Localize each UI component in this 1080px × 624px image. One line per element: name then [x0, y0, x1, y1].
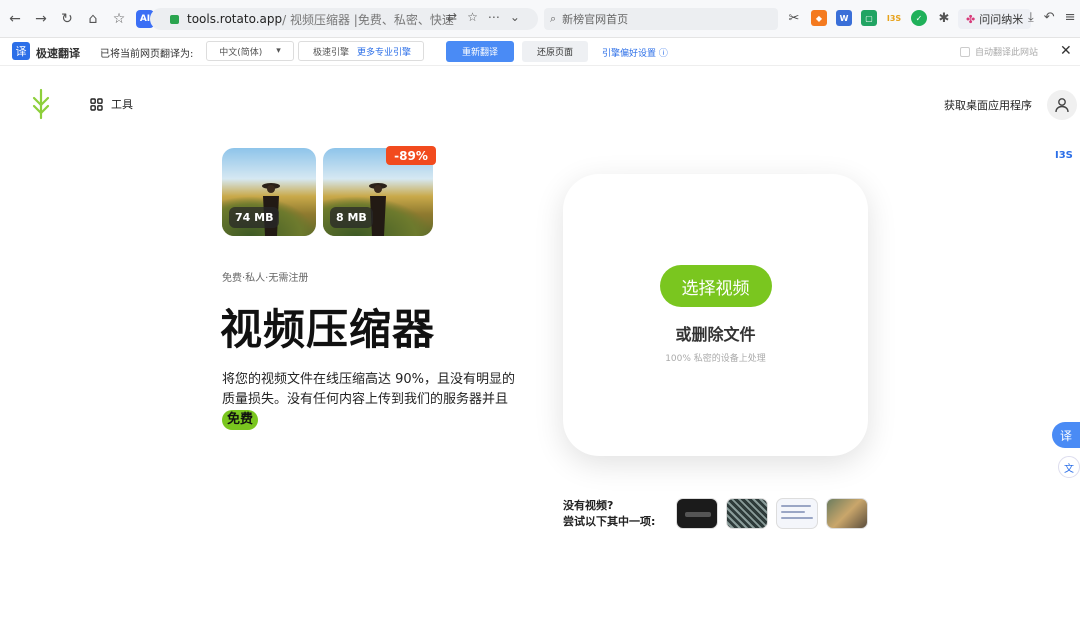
auto-translate-checkbox[interactable]: 自动翻译此网站 — [960, 45, 1038, 58]
engine-select[interactable]: 极速引擎 更多专业引擎 — [298, 41, 424, 61]
download-icon[interactable]: ⤓ — [1028, 10, 1034, 25]
home-icon[interactable]: ⌂ — [82, 8, 104, 30]
hero-description: 将您的视频文件在线压缩高达 90%，且没有明显的质量损失。没有任何内容上传到我们… — [222, 370, 518, 430]
sample-prompt-line1: 没有视频? — [563, 499, 614, 512]
translator-prompt: 已将当前网页翻译为: — [100, 49, 194, 60]
tools-label: 工具 — [111, 98, 133, 111]
fox-extension-icon[interactable]: ◆ — [811, 10, 827, 26]
scissors-icon[interactable]: ✂ — [786, 10, 802, 26]
engine-preferences-link[interactable]: 引擎偏好设置 ⓘ — [602, 46, 668, 59]
get-desktop-app-link[interactable]: 获取桌面应用程序 — [944, 97, 1032, 113]
search-text: 新榜官网首页 — [562, 13, 629, 26]
search-icon: ⌕ — [550, 12, 557, 25]
sample-thumb-line — [781, 505, 811, 507]
sample-video-document[interactable] — [776, 498, 818, 529]
hero-subtitle: 免费·私人·无需注册 — [222, 273, 309, 284]
green-extension-icon[interactable]: ▢ — [861, 10, 877, 26]
wenwen-icon: ✤ — [966, 12, 976, 26]
after-size-badge: 8 MB — [330, 207, 373, 228]
before-size-badge: 74 MB — [229, 207, 280, 228]
language-select[interactable]: 中文(简体) ▾ — [206, 41, 294, 61]
sample-thumb-line — [781, 517, 813, 519]
drop-file-text: 或删除文件 — [675, 325, 756, 344]
upload-dropzone[interactable]: 选择视频 或删除文件 100% 私密的设备上处理 — [563, 174, 868, 456]
back-icon[interactable]: ← — [4, 8, 26, 30]
favorites-icon[interactable]: ☆ — [108, 8, 130, 30]
w-extension-icon[interactable]: W — [836, 10, 852, 26]
site-logo-icon[interactable] — [32, 88, 50, 120]
browser-right-tools: ⤓ ↶ ≡ — [1028, 10, 1076, 25]
extensions-row: ✂ ◆ W ▢ I3S ✓ ✱ — [786, 10, 952, 26]
before-thumbnail: 74 MB — [222, 148, 316, 236]
discount-badge: -89% — [386, 146, 436, 165]
sample-thumb-line — [781, 511, 805, 513]
close-icon[interactable]: ✕ — [1060, 43, 1072, 59]
chevron-down-icon[interactable]: ⌄ — [510, 10, 520, 24]
more-icon[interactable]: ⋯ — [488, 10, 500, 24]
sample-video-dark[interactable] — [676, 498, 718, 529]
sample-prompt: 没有视频? 尝试以下其中一项: — [563, 498, 655, 530]
help-icon: ⓘ — [658, 49, 668, 59]
description-text: 将您的视频文件在线压缩高达 90%，且没有明显的质量损失。没有任何内容上传到我们… — [222, 372, 516, 407]
free-badge: 免费 — [222, 410, 259, 430]
translate-page-icon[interactable]: ⇄ — [447, 10, 457, 24]
address-bar-tools: ⇄ ☆ ⋯ ⌄ — [447, 10, 520, 24]
search-input[interactable]: ⌕ 新榜官网首页 — [544, 8, 778, 30]
engine-label: 极速引擎 — [313, 47, 350, 58]
bookmark-star-icon[interactable]: ☆ — [467, 10, 478, 24]
floating-translate-button[interactable]: 译 — [1052, 422, 1080, 448]
undo-icon[interactable]: ↶ — [1044, 10, 1055, 25]
page-title: 视频压缩器 — [220, 305, 436, 354]
user-icon — [1055, 98, 1069, 113]
i3s-extension-icon[interactable]: I3S — [886, 10, 902, 26]
reload-icon[interactable]: ↻ — [56, 8, 78, 30]
more-engines-link[interactable]: 更多专业引擎 — [357, 45, 411, 58]
user-avatar[interactable] — [1047, 90, 1077, 120]
menu-icon[interactable]: ≡ — [1065, 10, 1076, 25]
grid-icon — [90, 97, 103, 111]
sample-prompt-line2: 尝试以下其中一项: — [563, 515, 656, 528]
language-value: 中文(简体) — [219, 47, 263, 58]
floating-wen-button[interactable]: 文 — [1058, 456, 1080, 478]
forward-icon[interactable]: → — [30, 8, 52, 30]
sample-video-statue[interactable] — [826, 498, 868, 529]
translation-bar: 译 极速翻译 已将当前网页翻译为: 中文(简体) ▾ 极速引擎 更多专业引擎 重… — [0, 38, 1080, 66]
caret-down-icon: ▾ — [276, 46, 281, 56]
restore-page-button[interactable]: 还原页面 — [522, 41, 588, 62]
auto-translate-label: 自动翻译此网站 — [975, 48, 1039, 58]
side-extension-badge[interactable]: I3S — [1055, 150, 1073, 161]
url-domain: tools.rotato.app — [187, 12, 283, 26]
retranslate-button[interactable]: 重新翻译 — [446, 41, 514, 62]
puzzle-icon[interactable]: ✱ — [936, 10, 952, 26]
wenwen-extension[interactable]: ✤ 问问纳米 — [958, 9, 1032, 29]
privacy-note: 100% 私密的设备上处理 — [665, 354, 766, 364]
sample-video-texture[interactable] — [726, 498, 768, 529]
checkbox-box — [960, 46, 970, 57]
wenwen-label: 问问纳米 — [979, 13, 1024, 26]
select-video-button[interactable]: 选择视频 — [659, 265, 772, 307]
check-extension-icon[interactable]: ✓ — [911, 10, 927, 26]
translator-name: 极速翻译 — [36, 47, 80, 60]
tools-menu[interactable]: 工具 — [90, 96, 133, 112]
preferences-label: 引擎偏好设置 — [602, 49, 657, 59]
sample-thumb-bar — [685, 512, 711, 517]
url-path: / 视频压缩器 |免费、私密、快速 — [282, 12, 454, 27]
sample-video-list — [676, 498, 868, 529]
translator-logo-icon: 译 — [12, 42, 30, 60]
lock-icon — [170, 14, 179, 24]
